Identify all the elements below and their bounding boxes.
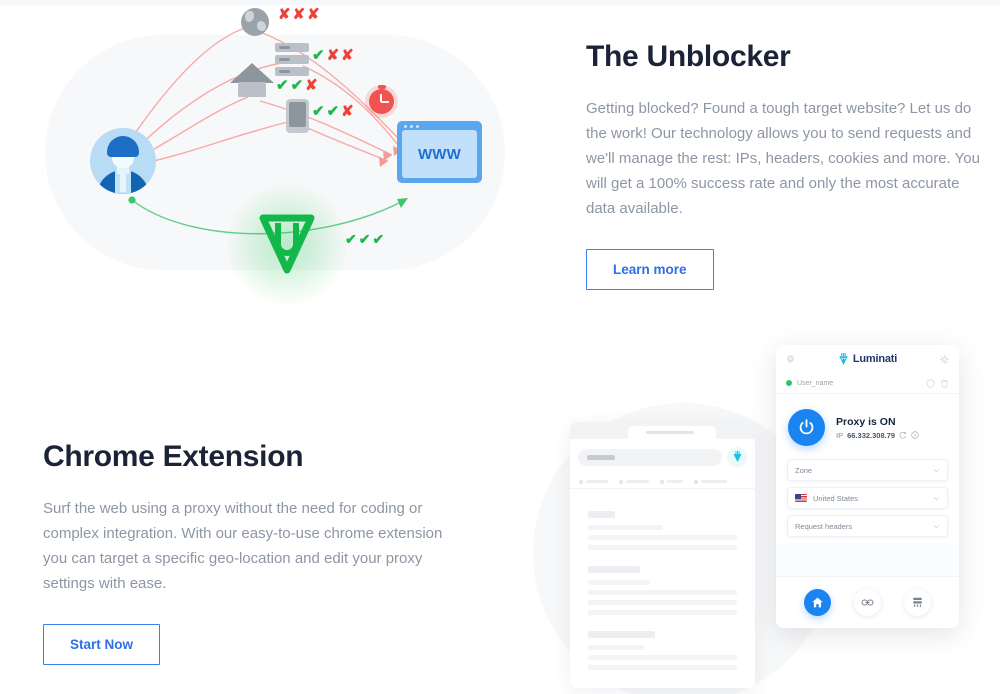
unblocker-heading: The Unblocker bbox=[586, 40, 791, 73]
trash-icon[interactable] bbox=[940, 379, 949, 388]
chevron-down-icon bbox=[933, 468, 940, 472]
server-marks: ✔✘✘ bbox=[312, 47, 356, 64]
server-stack-icon bbox=[913, 597, 923, 607]
mock-bookmarks-bar bbox=[570, 475, 755, 489]
skeleton-block bbox=[588, 631, 737, 670]
home-tab-button[interactable] bbox=[803, 589, 831, 616]
brand-lockup: Luminati bbox=[838, 352, 898, 366]
unblocker-illustration: ✘✘✘ ✔✘✘ ✔✔✘ ✔✔✘ ✔✔✔ WWW bbox=[20, 0, 540, 305]
mock-browser-toolbar bbox=[570, 439, 755, 475]
brand-name: Luminati bbox=[852, 353, 898, 365]
extension-panel-spacer bbox=[776, 543, 959, 576]
link-tab-button[interactable] bbox=[853, 589, 881, 616]
mock-browser-window bbox=[570, 422, 755, 688]
home-icon bbox=[811, 597, 823, 608]
unblocker-body: Getting blocked? Found a tough target we… bbox=[586, 100, 980, 217]
mock-page-content bbox=[570, 489, 755, 670]
skeleton-block bbox=[588, 566, 737, 615]
link-icon bbox=[861, 599, 874, 606]
extension-body: Surf the web using a proxy without the n… bbox=[43, 500, 443, 592]
power-icon bbox=[799, 419, 814, 435]
mock-browser-tabstrip bbox=[570, 422, 755, 439]
start-now-button[interactable]: Start Now bbox=[43, 624, 161, 665]
proxy-ip-row: IP 66.332.308.79 bbox=[836, 431, 919, 440]
luminati-logo-icon bbox=[839, 352, 848, 365]
us-flag-icon bbox=[795, 494, 807, 502]
info-icon[interactable] bbox=[911, 431, 919, 439]
power-toggle-button[interactable] bbox=[788, 409, 825, 446]
server-icon bbox=[275, 43, 309, 77]
window-dots bbox=[404, 125, 419, 128]
add-circle-icon[interactable] bbox=[926, 378, 935, 388]
section-chrome-extension: Chrome Extension Surf the web using a pr… bbox=[0, 345, 1000, 694]
luminati-shield-icon bbox=[259, 214, 315, 274]
house-marks: ✔✔✘ bbox=[276, 77, 320, 94]
country-select-label: United States bbox=[813, 493, 859, 503]
skeleton-block bbox=[588, 511, 737, 550]
bookmark-item bbox=[619, 479, 649, 484]
proxy-status-row: Proxy is ON IP 66.332.308.79 bbox=[776, 394, 959, 459]
mock-browser-tab bbox=[628, 426, 716, 439]
request-headers-label: Request headers bbox=[795, 521, 853, 531]
www-browser-window: WWW bbox=[397, 121, 482, 183]
user-name-label: User_name bbox=[797, 379, 834, 387]
extension-popup-panel: Luminati User_name Proxy is ON IP 66.332… bbox=[776, 345, 959, 628]
extension-heading: Chrome Extension bbox=[43, 440, 304, 473]
proxy-status-title: Proxy is ON bbox=[836, 415, 896, 428]
bookmark-item bbox=[579, 479, 608, 484]
globe-icon bbox=[241, 8, 269, 36]
proxy-status-text: Proxy is ON IP 66.332.308.79 bbox=[836, 416, 919, 440]
learn-more-button[interactable]: Learn more bbox=[586, 249, 714, 290]
extension-panel-header: Luminati bbox=[776, 345, 959, 373]
proxy-servers-tab-button[interactable] bbox=[904, 589, 932, 616]
stopwatch-icon bbox=[365, 85, 398, 118]
extension-panel-footer bbox=[776, 576, 959, 628]
bookmark-item bbox=[660, 479, 683, 484]
country-select[interactable]: United States bbox=[787, 487, 948, 509]
www-label: WWW bbox=[402, 130, 477, 178]
mobile-marks: ✔✔✘ bbox=[312, 103, 356, 120]
connection-status-dot bbox=[786, 380, 792, 386]
request-headers-select[interactable]: Request headers bbox=[787, 515, 948, 537]
ip-label: IP bbox=[836, 430, 844, 440]
house-icon bbox=[230, 63, 274, 99]
gear-icon[interactable] bbox=[786, 354, 795, 364]
unblocker-copy: The Unblocker Getting blocked? Found a t… bbox=[586, 40, 986, 290]
zone-select-label: Zone bbox=[795, 465, 813, 475]
chevron-down-icon bbox=[933, 496, 940, 500]
extension-toolbar-icon bbox=[727, 447, 747, 467]
globe-marks: ✘✘✘ bbox=[278, 6, 322, 23]
ip-value: 66.332.308.79 bbox=[847, 430, 896, 440]
extension-user-row[interactable]: User_name bbox=[776, 373, 959, 394]
extension-settings-fields: Zone United States Request headers bbox=[776, 459, 959, 543]
bookmark-item bbox=[694, 479, 727, 484]
proxy-marks: ✔✔✔ bbox=[345, 231, 387, 247]
bug-settings-icon[interactable] bbox=[940, 354, 949, 364]
user-avatar bbox=[90, 128, 156, 194]
extension-copy: Chrome Extension Surf the web using a pr… bbox=[43, 440, 463, 665]
section-unblocker: ✘✘✘ ✔✘✘ ✔✔✘ ✔✔✘ ✔✔✔ WWW The Unblocker Ge… bbox=[0, 0, 1000, 345]
refresh-icon[interactable] bbox=[899, 431, 907, 439]
mobile-icon bbox=[286, 99, 309, 133]
chevron-down-icon bbox=[933, 524, 940, 528]
mock-address-bar bbox=[578, 448, 722, 466]
zone-select[interactable]: Zone bbox=[787, 459, 948, 481]
